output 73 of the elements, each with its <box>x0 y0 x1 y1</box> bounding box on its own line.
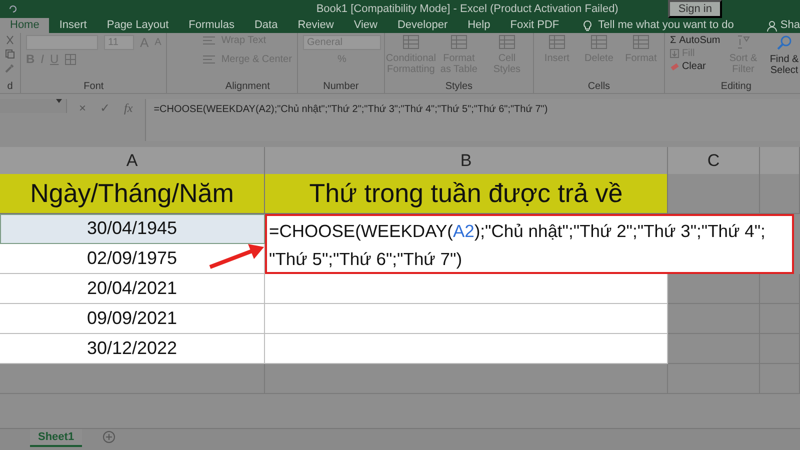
ribbon-tab[interactable]: Review <box>288 18 344 33</box>
tell-me-search[interactable]: Tell me what you want to do <box>598 18 734 33</box>
caret-icon <box>56 99 62 103</box>
column-header[interactable] <box>760 147 800 175</box>
group-label: Alignment <box>224 80 271 93</box>
column-header[interactable]: C <box>668 147 760 175</box>
table-cell[interactable]: 02/09/1975 <box>0 244 265 274</box>
sheet-tab[interactable]: Sheet1 <box>30 429 82 447</box>
window-title: Book1 [Compatibility Mode] - Excel (Product Activation Failed) <box>316 3 618 15</box>
brush-icon <box>5 63 15 73</box>
grid-cell[interactable] <box>668 364 760 394</box>
group-label: Cells <box>586 80 612 93</box>
table-header: Thứ trong tuần được trả về <box>265 174 668 214</box>
align-lines-icon <box>203 55 216 64</box>
sigma-icon: Σ <box>670 35 676 46</box>
undo-icon <box>8 4 18 14</box>
grid-cell[interactable] <box>760 274 800 304</box>
sort-icon <box>736 35 750 49</box>
ribbon-button[interactable]: Clear <box>682 61 706 72</box>
column-header[interactable]: A <box>0 147 265 175</box>
grid-cell[interactable] <box>760 174 800 214</box>
eraser-icon <box>670 62 679 71</box>
table-cell[interactable] <box>265 274 668 304</box>
formula-edit-box[interactable]: =CHOOSE(WEEKDAY(A2);"Chủ nhật";"Thứ 2";"Thứ 3";"Thứ 4"; "Thứ 5";"Thứ 6";"Thứ 7") <box>265 214 794 274</box>
column-header[interactable]: B <box>265 147 668 175</box>
sign-in-button[interactable]: Sign in <box>668 0 722 18</box>
ribbon-tab[interactable]: Developer <box>387 18 458 33</box>
table-cell[interactable] <box>265 334 668 364</box>
table-icon <box>450 35 467 49</box>
borders-icon <box>64 54 76 65</box>
ribbon-button[interactable]: AutoSum <box>679 35 720 46</box>
search-icon <box>776 35 792 50</box>
table-icon <box>402 35 419 49</box>
add-sheet-icon <box>102 429 116 443</box>
grid-cell[interactable] <box>668 304 760 334</box>
ribbon-tab[interactable]: Formulas <box>178 18 244 33</box>
share-button[interactable]: Sha <box>780 18 800 33</box>
table-header: Ngày/Tháng/Năm <box>0 174 265 214</box>
group-label: Number <box>322 80 360 93</box>
group-label: Editing <box>720 80 752 93</box>
ribbon-tab[interactable]: Help <box>458 18 500 33</box>
person-icon <box>767 20 778 32</box>
table-cell[interactable]: 09/09/2021 <box>0 304 265 334</box>
group-label: d <box>6 80 14 93</box>
grid-cell[interactable] <box>265 364 668 394</box>
table-icon <box>590 35 607 49</box>
table-cell[interactable]: 20/04/2021 <box>0 274 265 304</box>
table-icon <box>498 35 515 49</box>
group-label: Styles <box>444 80 474 93</box>
fill-down-icon <box>670 49 679 58</box>
ribbon-tab[interactable]: Foxit PDF <box>500 18 570 33</box>
table-cell[interactable]: 30/04/1945 <box>0 214 265 244</box>
ribbon-tab[interactable]: Data <box>244 18 288 33</box>
find-select-button[interactable]: Find & Select <box>766 54 800 76</box>
table-cell[interactable] <box>265 304 668 334</box>
grid-cell[interactable] <box>668 334 760 364</box>
grid-cell[interactable] <box>668 274 760 304</box>
copy-icon <box>5 49 15 59</box>
ribbon-tab[interactable]: Home <box>0 18 50 33</box>
table-icon <box>632 35 649 49</box>
ribbon-tab[interactable]: View <box>344 18 388 33</box>
group-label: Font <box>82 80 105 93</box>
lightbulb-icon <box>583 20 592 32</box>
align-lines-icon <box>203 36 216 45</box>
arrow <box>208 241 266 271</box>
ribbon-tab[interactable]: Insert <box>49 18 97 33</box>
ribbon-tab[interactable]: Page Layout <box>96 18 179 33</box>
table-icon <box>548 35 565 49</box>
scissors-icon <box>5 35 15 45</box>
grid-cell[interactable] <box>668 174 760 214</box>
grid-cell[interactable] <box>0 364 265 394</box>
name-box[interactable] <box>0 99 67 113</box>
table-cell[interactable]: 30/12/2022 <box>0 334 265 364</box>
